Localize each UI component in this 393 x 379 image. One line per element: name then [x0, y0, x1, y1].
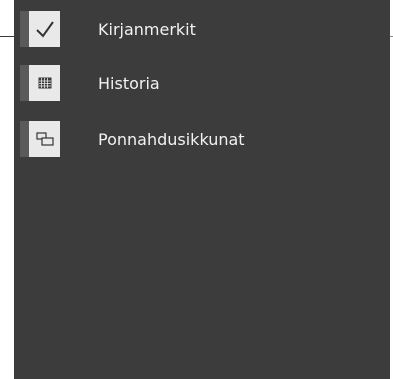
- menu-item-label: Kirjanmerkit: [98, 19, 196, 39]
- checkmark-icon: [35, 20, 55, 38]
- menu-item-popups[interactable]: Ponnahdusikkunat: [20, 119, 380, 159]
- menu-item-label: Historia: [98, 73, 160, 93]
- menu-item-bookmarks[interactable]: Kirjanmerkit: [20, 9, 380, 49]
- menu-item-history[interactable]: Historia: [20, 63, 380, 103]
- screen: Kirjanmerkit Historia Ponnahdusikkunat: [0, 0, 393, 379]
- left-edge-divider: [0, 36, 14, 37]
- history-grid-icon: [38, 77, 52, 89]
- popups-checkbox[interactable]: [20, 121, 60, 157]
- dropdown-menu-panel: Kirjanmerkit Historia Ponnahdusikkunat: [14, 0, 390, 379]
- bookmarks-checkbox[interactable]: [20, 11, 60, 47]
- popup-windows-icon: [35, 132, 54, 146]
- history-checkbox[interactable]: [20, 65, 60, 101]
- menu-item-label: Ponnahdusikkunat: [98, 129, 245, 149]
